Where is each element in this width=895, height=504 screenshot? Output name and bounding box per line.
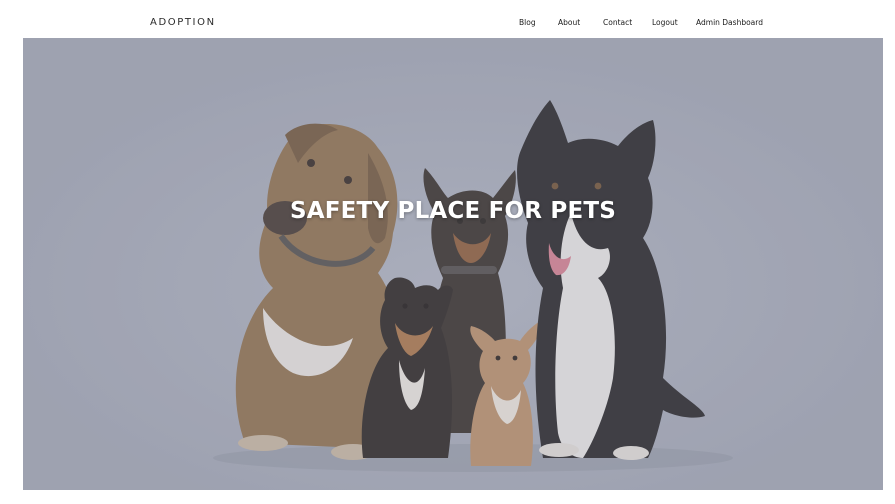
nav-link-blog[interactable]: Blog — [519, 18, 536, 27]
nav-link-about[interactable]: About — [558, 18, 580, 27]
nav-link-logout[interactable]: Logout — [652, 18, 678, 27]
hero-title: SAFETY PLACE FOR PETS — [289, 198, 617, 224]
dogs-hero-image — [23, 38, 883, 490]
nav-link-admin-dashboard[interactable]: Admin Dashboard — [696, 18, 763, 27]
top-navbar: ADOPTION Blog About Contact Logout Admin… — [0, 0, 895, 38]
nav-link-contact[interactable]: Contact — [603, 18, 632, 27]
page-scrollbar[interactable] — [883, 38, 895, 490]
hero-banner: SAFETY PLACE FOR PETS — [23, 38, 883, 490]
page: ADOPTION Blog About Contact Logout Admin… — [0, 0, 895, 504]
brand-logo-text[interactable]: ADOPTION — [150, 17, 216, 28]
